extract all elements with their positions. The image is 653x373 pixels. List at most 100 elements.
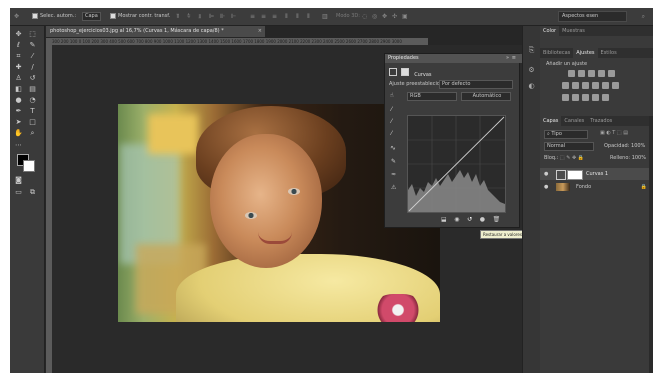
tab-channels[interactable]: Canales — [561, 116, 587, 126]
tab-color[interactable]: Color — [540, 26, 560, 36]
quick-mask-icon[interactable]: ◙ — [14, 176, 23, 184]
autoselect-dropdown[interactable]: Capa — [82, 12, 101, 21]
screen-mode-icon[interactable]: ▭ — [14, 188, 23, 196]
smooth-icon[interactable]: ≈ — [391, 171, 396, 178]
type-icon[interactable]: T — [28, 107, 37, 115]
search-icon[interactable]: ⌕ — [642, 13, 645, 21]
visibility-icon[interactable]: ● — [480, 216, 485, 223]
visibility-eye-icon[interactable]: ● — [544, 168, 548, 180]
eraser-icon[interactable]: ◧ — [14, 85, 23, 93]
hand-icon[interactable]: ✋ — [14, 129, 23, 137]
brush-icon[interactable]: / — [28, 63, 37, 71]
blend-mode-dropdown[interactable]: Normal — [544, 142, 594, 151]
zoom-icon[interactable]: ⌕ — [28, 129, 37, 137]
autoselect-checkbox[interactable] — [32, 13, 38, 21]
fill-value[interactable]: 100% — [632, 155, 646, 161]
threshold-icon[interactable] — [582, 94, 589, 101]
vibrance-icon[interactable] — [608, 70, 615, 77]
adjustments-panel-icon[interactable]: ◐ — [527, 82, 536, 91]
panel-collapse-icon[interactable]: » — [506, 55, 509, 61]
reset-icon[interactable]: ↺ — [467, 216, 472, 223]
blur-icon[interactable]: ● — [14, 96, 23, 104]
history-brush-icon[interactable]: ↺ — [28, 74, 37, 82]
align-hcenter-icon[interactable]: ⊪ — [220, 13, 225, 20]
move-icon[interactable]: ✥ — [14, 30, 23, 38]
channel-dropdown[interactable]: RGB — [407, 92, 457, 101]
align-right-icon[interactable]: ⊩ — [231, 13, 236, 20]
healing-brush-icon[interactable]: ✚ — [14, 63, 23, 71]
eyedropper-white-icon[interactable]: ⁄ — [391, 130, 392, 137]
artboard-icon[interactable]: ⧉ — [28, 188, 37, 196]
align-vcenter-icon[interactable]: ⫩ — [187, 13, 190, 21]
preset-dropdown[interactable]: Por defecto — [439, 80, 513, 89]
exposure-icon[interactable] — [598, 70, 605, 77]
channel-mixer-icon[interactable] — [602, 82, 609, 89]
distribute-vcenter-icon[interactable]: ≡ — [261, 13, 266, 20]
on-image-adjust-icon[interactable]: ☝ — [390, 92, 394, 99]
color-balance-icon[interactable] — [572, 82, 579, 89]
levels-icon[interactable] — [578, 70, 585, 77]
transform-checkbox[interactable] — [110, 13, 116, 21]
distribute-top-icon[interactable]: ≡ — [250, 13, 255, 20]
align-left-icon[interactable]: ⊫ — [209, 13, 214, 20]
photo-filter-icon[interactable] — [592, 82, 599, 89]
posterize-icon[interactable] — [572, 94, 579, 101]
delete-icon[interactable]: 🗑 — [493, 216, 501, 223]
lasso-icon[interactable]: ℓ — [14, 41, 23, 49]
brightness-icon[interactable] — [568, 70, 575, 77]
layers-scrollbar[interactable] — [649, 116, 653, 373]
slide-3d-icon[interactable]: ✣ — [392, 13, 397, 20]
tab-libraries[interactable]: Bibliotecas — [540, 48, 573, 58]
gradient-map-icon[interactable] — [592, 94, 599, 101]
view-previous-icon[interactable]: ◉ — [454, 216, 459, 223]
path-select-icon[interactable]: ➤ — [14, 118, 23, 126]
layer-mask-icon[interactable] — [400, 68, 409, 76]
auto-button[interactable]: Automático — [461, 92, 511, 101]
lock-icons[interactable]: ⬚ ✎ ✥ 🔒 — [560, 155, 584, 161]
curves-icon[interactable] — [588, 70, 595, 77]
pencil-draw-icon[interactable]: ✎ — [391, 158, 396, 165]
quick-select-icon[interactable]: ✎ — [28, 41, 37, 49]
clone-stamp-icon[interactable]: ♙ — [14, 74, 23, 82]
crop-icon[interactable]: ⌗ — [14, 52, 23, 60]
marquee-icon[interactable]: ⬚ — [28, 30, 37, 38]
tab-layers[interactable]: Capas — [540, 116, 562, 126]
curve-points-icon[interactable]: ∿ — [390, 144, 396, 152]
dodge-icon[interactable]: ◔ — [28, 96, 37, 104]
color-lookup-icon[interactable] — [612, 82, 619, 89]
clipping-warning-icon[interactable]: ⚠ — [391, 184, 396, 191]
tab-adjustments[interactable]: Ajustes — [573, 48, 598, 58]
eyedropper-icon[interactable]: ⁄ — [28, 52, 37, 60]
hue-saturation-icon[interactable] — [562, 82, 569, 89]
layer-name[interactable]: Fondo — [576, 181, 591, 193]
black-white-icon[interactable] — [582, 82, 589, 89]
rotate-3d-icon[interactable]: ◌ — [362, 13, 367, 20]
tab-swatches[interactable]: Muestras — [559, 26, 588, 36]
workspace-selector[interactable]: Aspectos esen — [558, 11, 627, 22]
distribute-hcenter-icon[interactable]: ⦀ — [296, 13, 299, 21]
layer-filter-icons[interactable]: ▣ ◐ T ⬚ ▤ — [600, 130, 628, 136]
history-panel-icon[interactable]: ⎘ — [527, 46, 536, 55]
distribute-right-icon[interactable]: ⦀ — [307, 13, 310, 21]
document-tab[interactable]: photoshop_ejercicios03.jpg al 16,7% (Cur… — [46, 26, 265, 37]
eyedropper-gray-icon[interactable]: ⁄ — [391, 118, 392, 125]
eyedropper-black-icon[interactable]: ⁄ — [391, 106, 392, 113]
curves-graph[interactable] — [407, 115, 506, 213]
mask-thumb[interactable] — [567, 170, 583, 180]
tab-styles[interactable]: Estilos — [598, 48, 620, 58]
auto-align-icon[interactable]: ▥ — [322, 13, 328, 20]
panel-menu-icon[interactable]: ≡ — [512, 55, 516, 61]
filter-kind-dropdown[interactable]: ⌕ Tipo — [544, 130, 588, 139]
visibility-eye-icon[interactable]: ● — [544, 181, 548, 193]
more-tools-icon[interactable]: ⋯ — [14, 141, 23, 149]
distribute-left-icon[interactable]: ⦀ — [285, 13, 288, 21]
invert-icon[interactable] — [562, 94, 569, 101]
layer-row-curves[interactable]: ● Curvas 1 — [540, 168, 653, 180]
drag-3d-icon[interactable]: ✥ — [382, 13, 387, 20]
align-bottom-icon[interactable]: ⫫ — [198, 13, 201, 21]
roll-3d-icon[interactable]: ◎ — [372, 13, 377, 20]
align-top-icon[interactable]: ⫪ — [176, 13, 179, 21]
background-color-swatch[interactable] — [23, 160, 35, 172]
tab-paths[interactable]: Trazados — [587, 116, 615, 126]
distribute-bottom-icon[interactable]: ≡ — [272, 13, 277, 20]
